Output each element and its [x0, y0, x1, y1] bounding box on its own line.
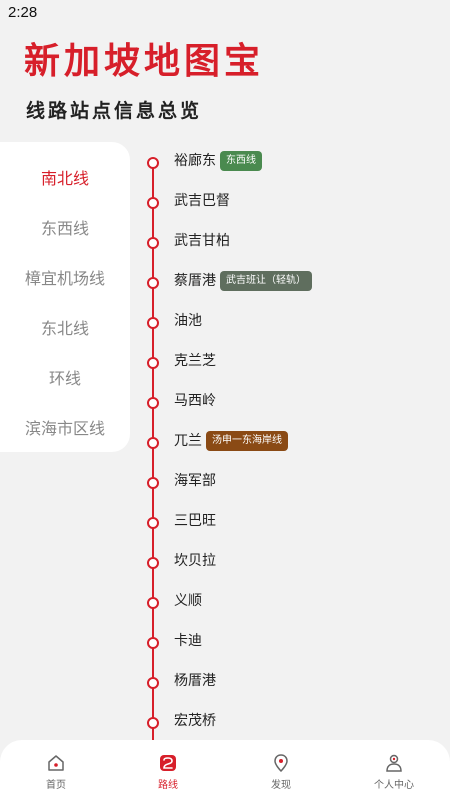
station-item[interactable]: 马西岭: [130, 390, 450, 414]
station-item[interactable]: 三巴旺: [130, 510, 450, 534]
transfer-badge: 汤申一东海岸线: [206, 431, 288, 451]
station-name: 海军部: [174, 473, 216, 489]
station-item[interactable]: 宏茂桥: [130, 710, 450, 734]
nav-home-label: 首页: [46, 780, 66, 791]
home-icon: [48, 755, 64, 771]
station-name: 油池: [174, 313, 202, 329]
station-name: 三巴旺: [174, 513, 216, 529]
station-dot: [147, 517, 159, 529]
page-subtitle: 线路站点信息总览: [26, 100, 203, 122]
station-dot: [147, 277, 159, 289]
nav-discover[interactable]: 发现: [225, 740, 337, 800]
line-menu-item-east-west[interactable]: 东西线: [0, 214, 130, 244]
station-name: 坎贝拉: [174, 553, 216, 569]
nav-profile-label: 个人中心: [374, 780, 414, 791]
transfer-badge: 武吉班让（轻轨）: [220, 271, 312, 291]
station-item[interactable]: 裕廊东 东西线: [130, 150, 450, 174]
line-menu-item-downtown[interactable]: 滨海市区线: [0, 414, 130, 444]
station-dot: [147, 717, 159, 729]
line-menu-item-north-south[interactable]: 南北线: [0, 164, 130, 194]
station-dot: [147, 477, 159, 489]
station-item[interactable]: 义顺: [130, 590, 450, 614]
station-name: 克兰芝: [174, 353, 216, 369]
station-name: 蔡厝港: [174, 273, 216, 289]
station-name: 义顺: [174, 593, 202, 609]
station-dot: [147, 397, 159, 409]
station-item[interactable]: 武吉巴督: [130, 190, 450, 214]
station-dot: [147, 197, 159, 209]
station-dot: [147, 317, 159, 329]
line-menu: 南北线 东西线 樟宜机场线 东北线 环线 滨海市区线: [0, 142, 130, 452]
station-dot: [147, 237, 159, 249]
station-name: 马西岭: [174, 393, 216, 409]
station-name: 杨厝港: [174, 673, 216, 689]
station-item[interactable]: 油池: [130, 310, 450, 334]
route-icon: [160, 755, 176, 771]
nav-discover-label: 发现: [271, 780, 291, 791]
station-name: 武吉巴督: [174, 193, 230, 209]
station-dot: [147, 157, 159, 169]
station-item[interactable]: 杨厝港: [130, 670, 450, 694]
station-item[interactable]: 海军部: [130, 470, 450, 494]
station-name: 武吉甘柏: [174, 233, 230, 249]
line-menu-item-circle[interactable]: 环线: [0, 364, 130, 394]
station-item[interactable]: 坎贝拉: [130, 550, 450, 574]
station-item[interactable]: 卡迪: [130, 630, 450, 654]
user-icon: [386, 754, 402, 772]
station-dot: [147, 677, 159, 689]
station-dot: [147, 637, 159, 649]
transfer-badge: 东西线: [220, 151, 262, 171]
station-item[interactable]: 克兰芝: [130, 350, 450, 374]
status-bar: 2:28: [0, 0, 450, 24]
nav-route-label: 路线: [158, 780, 178, 791]
station-dot: [147, 437, 159, 449]
nav-profile[interactable]: 个人中心: [338, 740, 450, 800]
station-name: 宏茂桥: [174, 713, 216, 729]
station-name: 兀兰: [174, 433, 202, 449]
bottom-nav: 首页 路线 发现 个人中心: [0, 740, 450, 800]
station-name: 裕廊东: [174, 153, 216, 169]
status-time: 2:28: [8, 4, 38, 21]
station-list: 裕廊东 东西线 武吉巴督 武吉甘柏 蔡厝港 武吉班让（轻轨） 油池 克兰芝 马西…: [130, 140, 450, 740]
station-item[interactable]: 兀兰 汤申一东海岸线: [130, 430, 450, 454]
line-menu-item-changi-airport[interactable]: 樟宜机场线: [0, 264, 130, 294]
line-menu-item-north-east[interactable]: 东北线: [0, 314, 130, 344]
map-pin-icon: [274, 754, 288, 772]
page-title: 新加坡地图宝: [24, 41, 265, 82]
station-item[interactable]: 武吉甘柏: [130, 230, 450, 254]
station-item[interactable]: 蔡厝港 武吉班让（轻轨）: [130, 270, 450, 294]
station-name: 卡迪: [174, 633, 202, 649]
station-dot: [147, 597, 159, 609]
station-dot: [147, 357, 159, 369]
station-dot: [147, 557, 159, 569]
nav-route[interactable]: 路线: [112, 740, 224, 800]
nav-home[interactable]: 首页: [0, 740, 112, 800]
